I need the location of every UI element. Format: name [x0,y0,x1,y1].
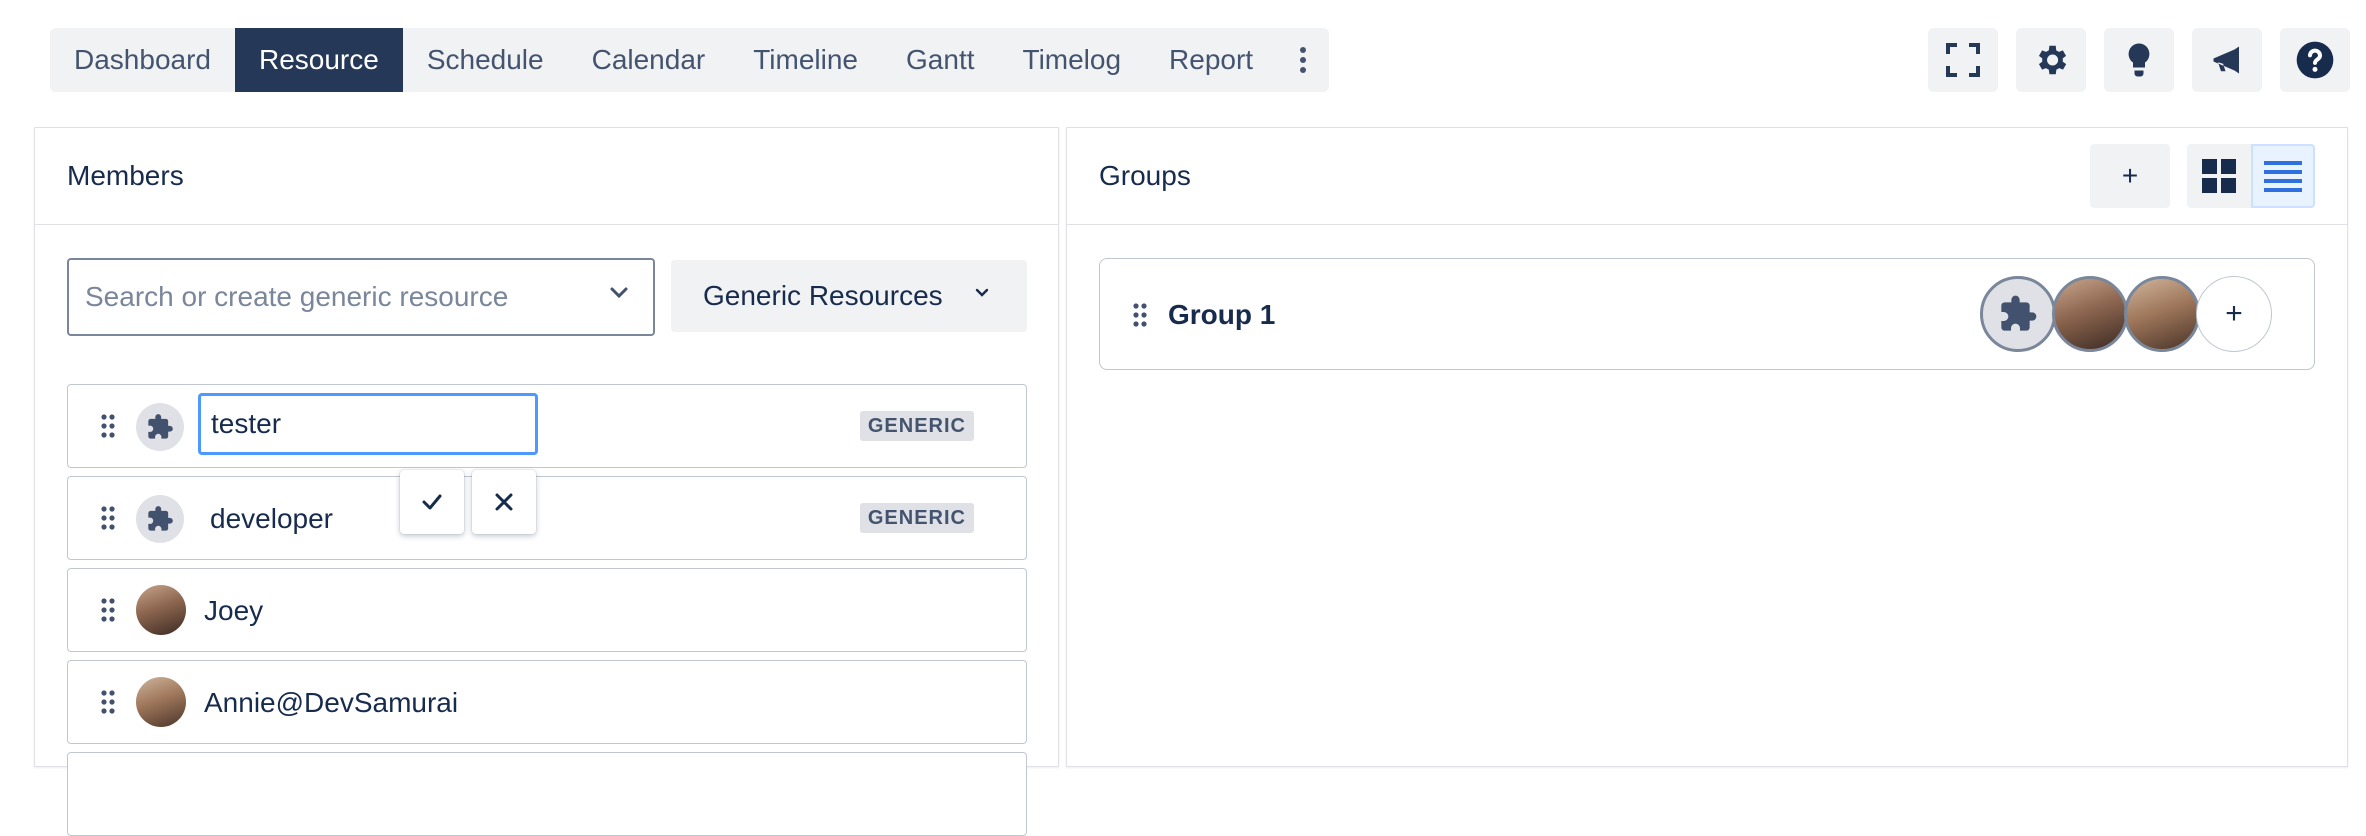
generic-resource-avatar [136,495,184,543]
list-view-button[interactable] [2251,144,2315,208]
avatar [136,585,186,635]
check-icon [422,494,442,510]
more-tabs-button[interactable] [1277,28,1329,92]
members-title: Members [67,160,184,191]
help-button[interactable] [2280,28,2350,92]
group-name: Group 1 [1168,299,1276,330]
tips-button[interactable] [2104,28,2174,92]
add-group-member-button[interactable]: + [2196,276,2272,352]
generic-resources-label: Generic Resources [703,280,943,311]
group-member-avatar[interactable] [1980,276,2056,352]
groups-title: Groups [1099,160,1191,191]
nav-tabs: Dashboard Resource Schedule Calendar Tim… [50,28,1330,92]
chevron-down-icon [610,287,628,299]
gear-icon [2038,45,2067,75]
tab-calendar[interactable]: Calendar [568,28,730,92]
member-name: Annie@DevSamurai [204,687,459,718]
add-member-label: + [2225,297,2243,330]
member-row-editing[interactable]: tester GENERIC [67,384,1027,468]
confirm-rename-button[interactable] [400,470,464,534]
rename-input[interactable]: tester [198,393,538,455]
group-card[interactable]: Group 1 + [1099,258,2315,370]
member-name: developer [210,503,333,534]
tab-gantt[interactable]: Gantt [882,28,998,92]
generic-resource-avatar [136,403,184,451]
tab-resource[interactable]: Resource [234,28,403,92]
member-row[interactable] [67,752,1027,836]
cancel-rename-button[interactable] [472,470,536,534]
megaphone-icon [2213,46,2239,74]
top-bar: Dashboard Resource Schedule Calendar Tim… [0,0,2366,120]
drag-handle-icon[interactable] [100,505,116,531]
group-member-avatar[interactable] [2052,276,2128,352]
puzzle-icon [2001,295,2037,331]
groups-panel: Groups + Group 1 + [1066,127,2348,767]
list-view-icon [2264,161,2302,192]
tab-report[interactable]: Report [1145,28,1277,92]
groups-header: Groups + [1067,128,2347,225]
announcements-button[interactable] [2192,28,2262,92]
tab-schedule[interactable]: Schedule [403,28,568,92]
generic-badge: GENERIC [859,411,974,441]
generic-resources-dropdown[interactable]: Generic Resources [671,260,1027,332]
fullscreen-button[interactable] [1928,28,1998,92]
avatar [136,677,186,727]
member-name: Joey [204,595,264,626]
puzzle-icon [148,414,173,439]
puzzle-icon [148,506,173,531]
grid-view-button[interactable] [2187,144,2251,208]
fullscreen-icon [1946,43,1980,77]
drag-handle-icon[interactable] [100,689,116,715]
more-vertical-icon [1300,47,1307,73]
member-row[interactable]: Joey [67,568,1027,652]
add-group-button[interactable]: + [2090,144,2170,208]
chevron-down-icon [975,288,989,297]
member-row[interactable]: developer GENERIC [67,476,1027,560]
resource-search-input[interactable]: Search or create generic resource [67,258,655,336]
group-member-avatar[interactable] [2124,276,2200,352]
toolbar-right [1928,28,2350,92]
grid-view-icon [2202,159,2236,193]
generic-badge: GENERIC [859,503,974,533]
search-placeholder: Search or create generic resource [85,281,509,312]
members-header: Members [35,128,1058,225]
tab-timelog[interactable]: Timelog [999,28,1146,92]
help-icon [2296,41,2334,79]
member-row[interactable]: Annie@DevSamurai [67,660,1027,744]
add-group-label: + [2121,160,2139,191]
members-panel: Members Search or create generic resourc… [34,127,1059,836]
drag-handle-icon[interactable] [1132,302,1148,328]
settings-button[interactable] [2016,28,2086,92]
lightbulb-icon [2128,43,2150,77]
drag-handle-icon[interactable] [100,413,116,439]
close-icon [495,493,513,511]
tab-timeline[interactable]: Timeline [729,28,882,92]
tab-dashboard[interactable]: Dashboard [50,28,235,92]
drag-handle-icon[interactable] [100,597,116,623]
rename-input-value: tester [211,408,282,439]
